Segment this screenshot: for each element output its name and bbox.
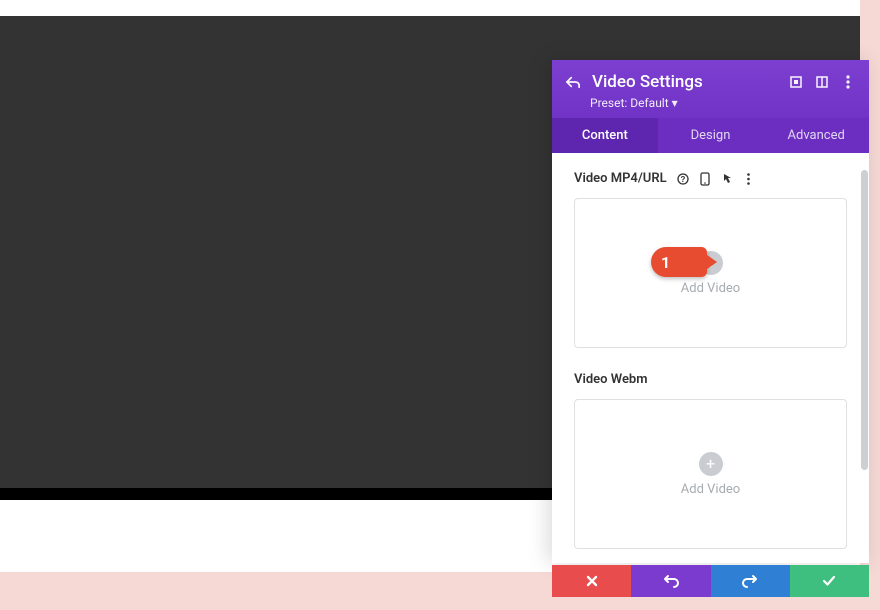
webm-label: Video Webm [574,372,648,387]
back-icon[interactable] [566,75,580,89]
preset-dropdown[interactable]: Preset: Default ▾ [590,96,855,110]
redo-button[interactable] [711,565,790,597]
mobile-icon[interactable] [699,173,711,185]
panel-header: Video Settings Preset: Default ▾ [552,60,869,118]
mp4-dropzone[interactable]: 1 + Add Video [574,198,847,348]
webm-dropzone[interactable]: + Add Video [574,399,847,549]
panel-title: Video Settings [592,72,777,92]
mp4-label-row: Video MP4/URL ? [574,171,847,186]
mp4-add-label: Add Video [681,281,740,296]
hover-icon[interactable] [721,173,733,185]
field-more-icon[interactable] [743,173,755,185]
panel-body: Video MP4/URL ? 1 + Add Vi [552,153,869,563]
panel-header-row: Video Settings [566,72,855,92]
action-bar [552,565,869,597]
settings-tabs: Content Design Advanced [552,118,869,153]
page-root: Video Settings Preset: Default ▾ Content… [0,0,880,610]
tab-design[interactable]: Design [658,118,764,153]
add-icon: + [699,452,723,476]
snap-icon[interactable] [815,75,829,89]
expand-icon[interactable] [789,75,803,89]
mp4-label: Video MP4/URL [574,171,667,186]
video-settings-panel: Video Settings Preset: Default ▾ Content… [552,60,869,563]
help-icon[interactable]: ? [677,173,689,185]
top-strip [0,0,860,16]
cancel-button[interactable] [552,565,631,597]
tab-advanced[interactable]: Advanced [763,118,869,153]
webm-label-row: Video Webm [574,372,847,387]
panel-scrollbar[interactable] [861,170,868,470]
save-button[interactable] [790,565,869,597]
webm-add-label: Add Video [681,482,740,497]
svg-text:?: ? [680,175,685,184]
tab-content[interactable]: Content [552,118,658,153]
more-icon[interactable] [841,75,855,89]
add-icon: + [699,251,723,275]
undo-button[interactable] [631,565,710,597]
